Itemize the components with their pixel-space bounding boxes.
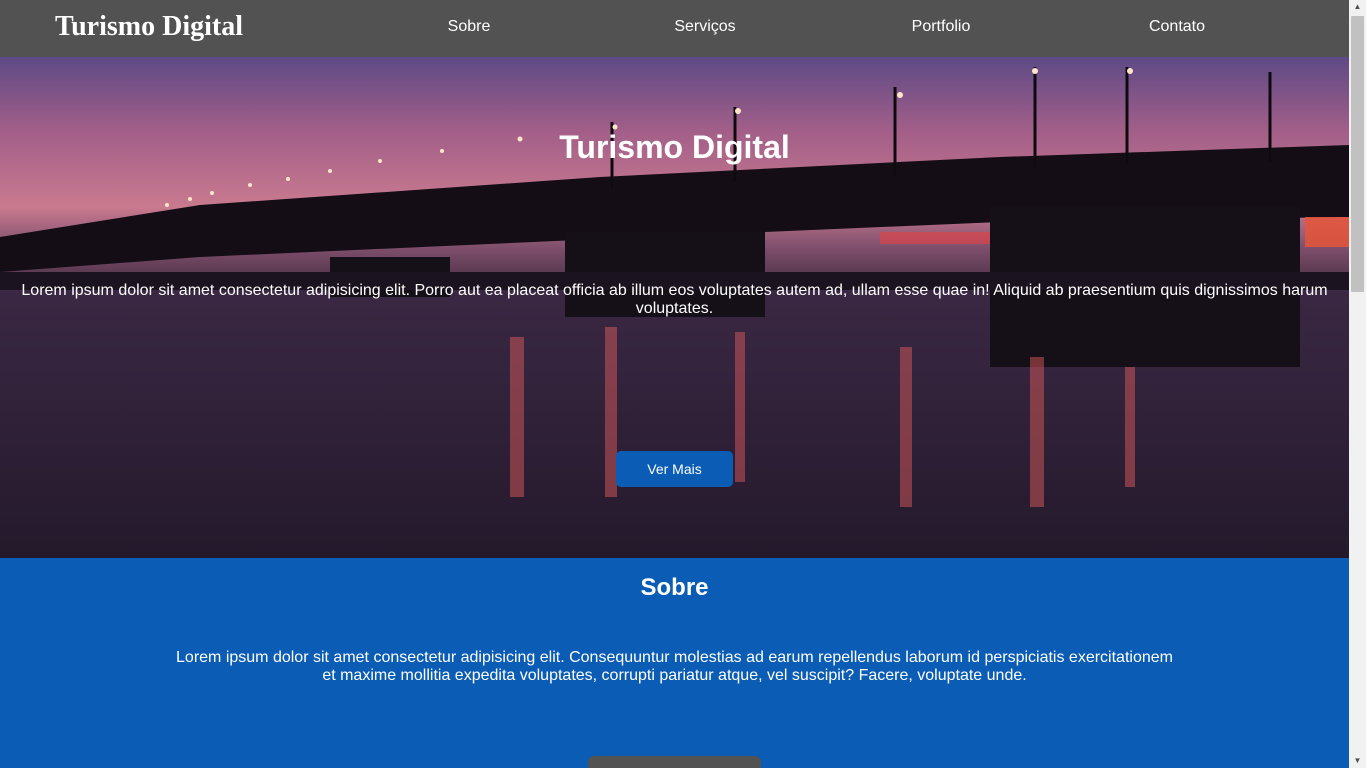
site-logo[interactable]: Turismo Digital [55,11,243,43]
nav-link-contato[interactable]: Contato [1149,18,1205,36]
page: Turismo Digital Sobre Serviços Portfolio… [0,0,1349,768]
nav-link-portfolio[interactable]: Portfolio [912,18,971,36]
hero-section: Turismo Digital Lorem ipsum dolor sit am… [0,57,1349,558]
scrollbar-thumb[interactable] [1351,16,1364,292]
ver-mais-button[interactable]: Ver Mais [616,451,733,487]
about-description: Lorem ipsum dolor sit amet consectetur a… [176,649,1173,684]
nav-link-servicos[interactable]: Serviços [674,18,735,36]
vertical-scrollbar[interactable]: ▲ ▼ [1349,0,1366,768]
hero-title: Turismo Digital [559,129,790,165]
triangle-up-icon[interactable]: ▲ [1349,0,1366,14]
site-header: Turismo Digital Sobre Serviços Portfolio… [0,0,1349,57]
triangle-down-icon[interactable]: ▼ [1349,754,1366,768]
nav-link-sobre[interactable]: Sobre [448,18,491,36]
about-section: Sobre Lorem ipsum dolor sit amet consect… [0,558,1349,768]
about-button[interactable] [588,756,761,768]
hero-description: Lorem ipsum dolor sit amet consectetur a… [21,282,1328,317]
about-title: Sobre [640,574,709,601]
